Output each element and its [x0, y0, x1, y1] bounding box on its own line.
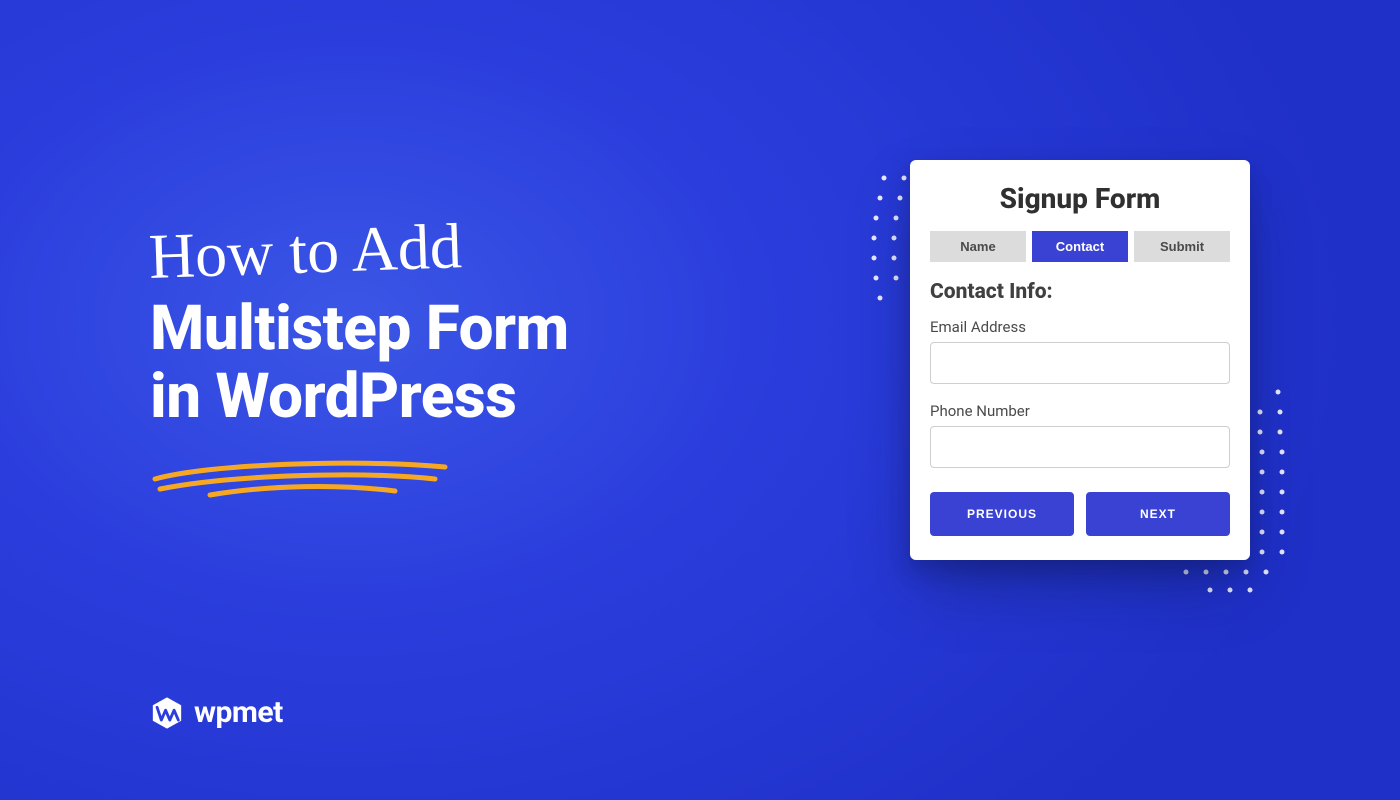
tab-contact[interactable]: Contact: [1032, 231, 1128, 262]
step-tabs: Name Contact Submit: [930, 231, 1230, 262]
underline-scribble-icon: [150, 449, 450, 499]
brand-logo: wpmet: [150, 695, 283, 730]
email-label: Email Address: [930, 318, 1230, 336]
form-card-container: Signup Form Name Contact Submit Contact …: [910, 160, 1250, 560]
tab-name[interactable]: Name: [930, 231, 1026, 262]
headline-script: How to Add: [148, 205, 710, 289]
previous-button[interactable]: PREVIOUS: [930, 492, 1074, 536]
brand-name: wpmet: [194, 695, 283, 730]
headline-line-2: in WordPress: [150, 363, 710, 431]
section-title: Contact Info:: [930, 280, 1230, 304]
signup-form-card: Signup Form Name Contact Submit Contact …: [910, 160, 1250, 560]
phone-label: Phone Number: [930, 402, 1230, 420]
wpmet-mark-icon: [150, 696, 184, 730]
tab-submit[interactable]: Submit: [1134, 231, 1230, 262]
headline-line-1: Multistep Form: [150, 295, 710, 363]
phone-field[interactable]: [930, 426, 1230, 468]
form-title: Signup Form: [930, 182, 1230, 215]
email-field[interactable]: [930, 342, 1230, 384]
next-button[interactable]: NEXT: [1086, 492, 1230, 536]
nav-buttons: PREVIOUS NEXT: [930, 492, 1230, 536]
headline-block: How to Add Multistep Form in WordPress: [150, 225, 710, 503]
hero-banner: How to Add Multistep Form in WordPress w…: [0, 0, 1400, 800]
